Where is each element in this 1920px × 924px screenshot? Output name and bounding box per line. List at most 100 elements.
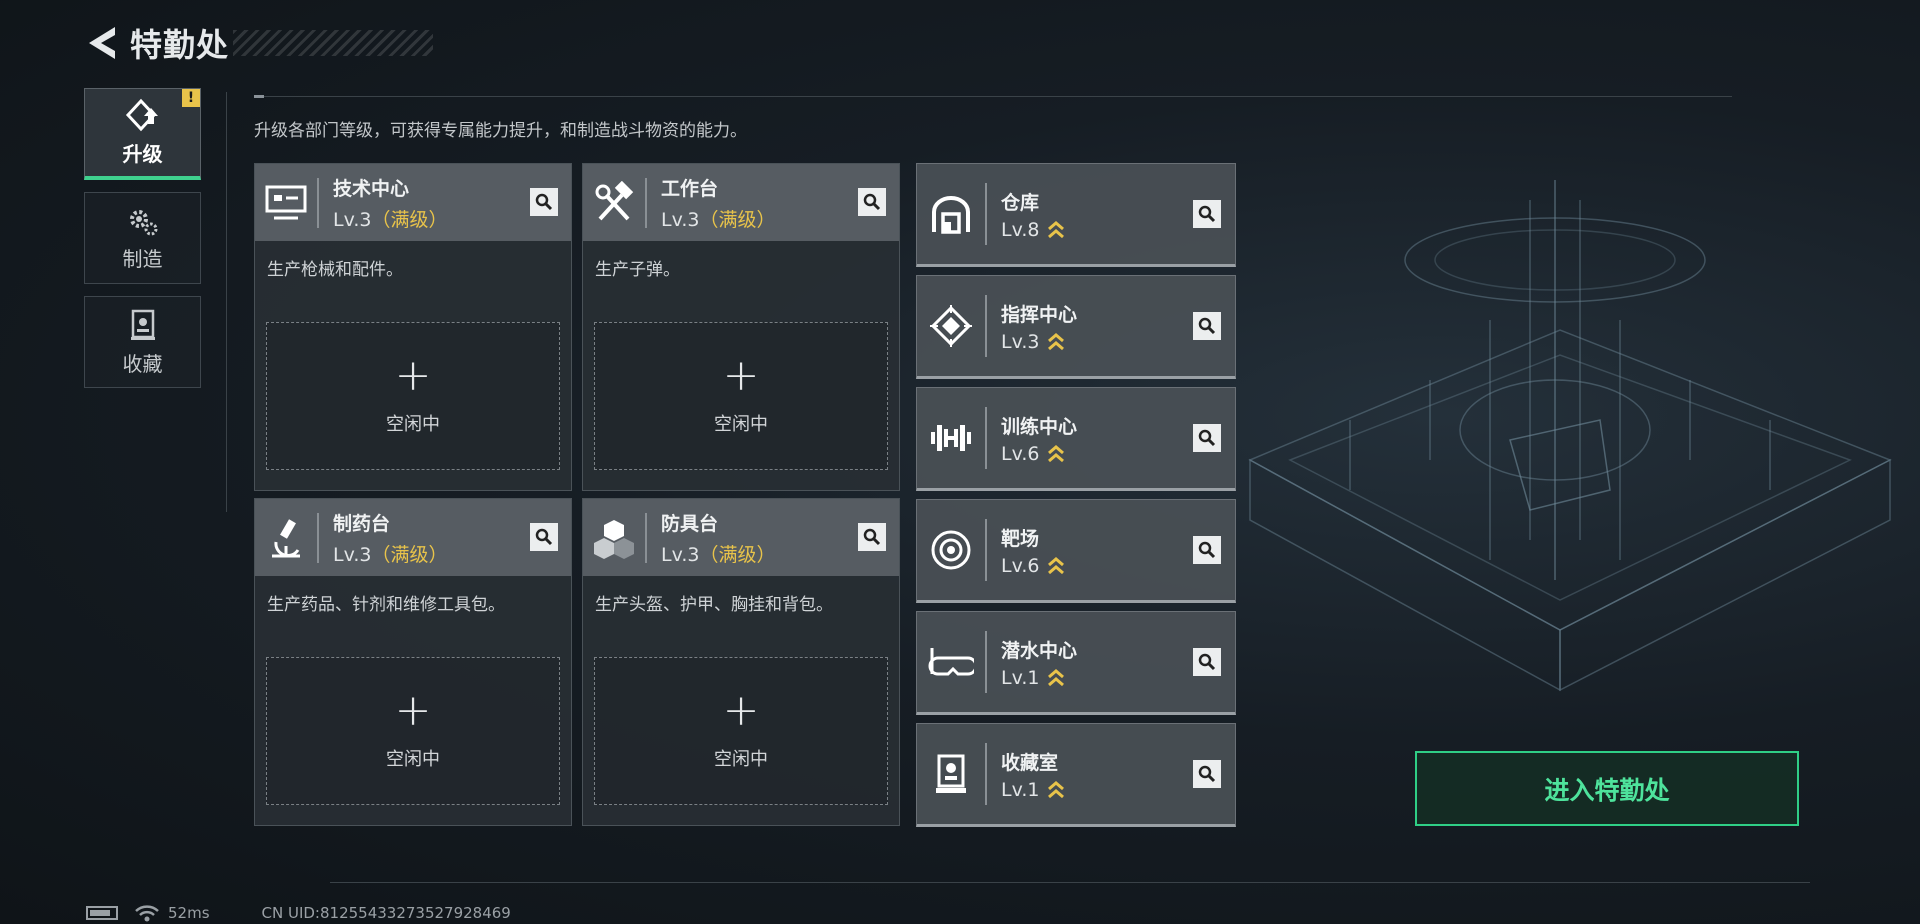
max-level-tag: （满级）	[699, 543, 776, 566]
card-level: Lv.3（满级）	[333, 205, 448, 232]
search-icon	[1198, 429, 1216, 447]
level-value: Lv.6	[1001, 442, 1040, 465]
level-value: Lv.3	[333, 543, 372, 566]
card-level: Lv.1	[1001, 667, 1077, 689]
slot-status: 空闲中	[386, 749, 440, 770]
monitor-icon	[265, 185, 307, 219]
collection-case-icon	[130, 309, 155, 340]
dept-card-shooting-range[interactable]: 靶场 Lv.6	[916, 499, 1236, 603]
inspect-button[interactable]	[530, 188, 558, 216]
header: 特勤处	[82, 18, 434, 68]
inspect-button[interactable]	[1193, 760, 1221, 788]
inspect-button[interactable]	[858, 523, 886, 551]
card-description: 生产头盔、护甲、胸挂和背包。	[595, 595, 833, 615]
inspect-button[interactable]	[1193, 312, 1221, 340]
upgradable-chevron-icon	[1048, 333, 1065, 351]
inspect-button[interactable]	[530, 523, 558, 551]
card-level: Lv.3（满级）	[661, 540, 776, 567]
gears-icon	[129, 209, 157, 235]
dept-card-collection-room[interactable]: 收藏室 Lv.1	[916, 723, 1236, 827]
card-icon-wrap	[583, 164, 645, 241]
card-separator	[645, 512, 647, 563]
upgradable-chevron-icon	[1048, 221, 1065, 239]
slot-status: 空闲中	[714, 749, 768, 770]
card-icon-wrap	[583, 499, 645, 576]
card-icon-wrap	[255, 164, 317, 241]
upgradable-chevron-icon	[1048, 781, 1065, 799]
dept-card-diving-center[interactable]: 潜水中心 Lv.1	[916, 611, 1236, 715]
max-level-tag: （满级）	[699, 208, 776, 231]
card-separator	[645, 177, 647, 228]
inspect-button[interactable]	[1193, 648, 1221, 676]
search-icon	[535, 528, 553, 546]
back-button[interactable]	[82, 21, 122, 65]
nav-craft[interactable]: 制造	[84, 192, 201, 284]
plus-icon: +	[722, 685, 760, 736]
frame-line-bottom	[330, 882, 1810, 883]
card-name: 指挥中心	[1001, 303, 1078, 326]
search-icon	[1198, 765, 1216, 783]
title-decoration	[233, 30, 434, 56]
card-titles: 训练中心 Lv.6	[1001, 412, 1077, 465]
dept-card-training-center[interactable]: 训练中心 Lv.6	[916, 387, 1236, 491]
dept-card-armor-bench: 防具台 Lv.3（满级） 生产头盔、护甲、胸挂和背包。 + 空闲中	[582, 498, 900, 826]
card-icon-wrap	[917, 276, 985, 376]
search-icon	[1198, 653, 1216, 671]
nav-collection[interactable]: 收藏	[84, 296, 201, 388]
card-level: Lv.1	[1001, 779, 1065, 801]
card-titles: 仓库 Lv.8	[1001, 188, 1065, 241]
microscope-icon	[272, 518, 300, 557]
dept-card-command-center[interactable]: 指挥中心 Lv.3	[916, 275, 1236, 379]
card-level: Lv.6	[1001, 443, 1077, 465]
nav-upgrade-label: 升级	[122, 142, 163, 166]
card-icon-wrap	[255, 499, 317, 576]
slot-status: 空闲中	[386, 414, 440, 435]
card-name: 收藏室	[1001, 751, 1059, 774]
card-separator	[317, 177, 319, 228]
card-titles: 技术中心 Lv.3（满级）	[333, 174, 448, 232]
production-slot[interactable]: + 空闲中	[594, 322, 888, 470]
upgradable-chevron-icon	[1048, 557, 1065, 575]
card-name: 仓库	[1001, 191, 1040, 214]
card-level: Lv.6	[1001, 555, 1065, 577]
level-value: Lv.3	[661, 208, 700, 231]
battery-icon	[86, 906, 118, 920]
production-slot[interactable]: + 空闲中	[266, 657, 560, 805]
level-value: Lv.3	[661, 543, 700, 566]
dept-card-warehouse[interactable]: 仓库 Lv.8	[916, 163, 1236, 267]
card-name: 技术中心	[333, 177, 410, 200]
level-value: Lv.3	[333, 208, 372, 231]
hammer-wrench-icon	[595, 180, 634, 220]
card-titles: 制药台 Lv.3（满级）	[333, 509, 448, 567]
card-name: 训练中心	[1001, 415, 1078, 438]
wifi-icon	[135, 905, 159, 922]
page-title: 特勤处	[130, 26, 230, 64]
production-slot[interactable]: + 空闲中	[266, 322, 560, 470]
dept-card-workbench: 工作台 Lv.3（满级） 生产子弹。 + 空闲中	[582, 163, 900, 491]
diving-mask-icon	[928, 648, 974, 676]
inspect-button[interactable]	[858, 188, 886, 216]
hint-text: 升级各部门等级，可获得专属能力提升，和制造战斗物资的能力。	[254, 121, 747, 141]
plus-icon: +	[394, 685, 432, 736]
inspect-button[interactable]	[1193, 200, 1221, 228]
card-icon-wrap	[917, 612, 985, 712]
search-icon	[1198, 541, 1216, 559]
card-separator	[317, 512, 319, 563]
facility-hologram-illustration	[1248, 180, 1892, 692]
production-slot[interactable]: + 空闲中	[594, 657, 888, 805]
inspect-button[interactable]	[1193, 424, 1221, 452]
card-name: 工作台	[661, 177, 719, 200]
frame-line-top	[254, 95, 1732, 98]
card-titles: 防具台 Lv.3（满级）	[661, 509, 776, 567]
card-titles: 收藏室 Lv.1	[1001, 748, 1065, 801]
status-bar: 52ms CN UID:8125543327352792846­9	[86, 904, 511, 922]
alert-badge: !	[182, 89, 200, 107]
nav-upgrade[interactable]: ! 升级	[84, 88, 201, 180]
enter-special-ops-button[interactable]: 进入特勤处	[1415, 751, 1799, 826]
cubes-icon	[594, 519, 634, 559]
inspect-button[interactable]	[1193, 536, 1221, 564]
upgrade-icon	[125, 98, 158, 132]
card-titles: 指挥中心 Lv.3	[1001, 300, 1077, 353]
card-level: Lv.3	[1001, 331, 1077, 353]
card-header: 制药台 Lv.3（满级）	[255, 499, 571, 576]
